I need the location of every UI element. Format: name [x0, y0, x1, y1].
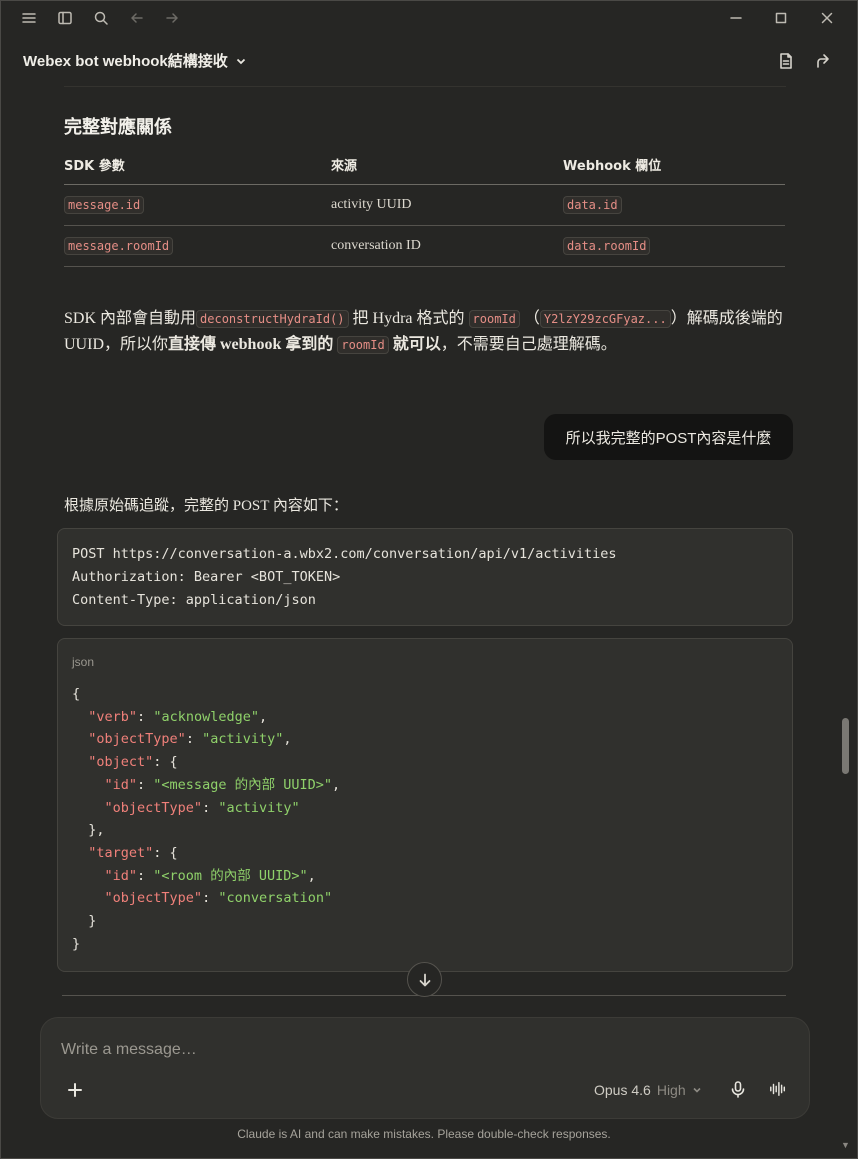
inline-code: roomId [468, 310, 520, 328]
code-line: Authorization: Bearer <BOT_TOKEN> [72, 569, 341, 585]
scrollbar-thumb[interactable] [842, 718, 849, 774]
voice-mode-button[interactable] [766, 1078, 790, 1100]
inline-code: roomId [337, 336, 389, 354]
section-heading: 完整對應關係 [64, 117, 172, 138]
back-icon[interactable] [127, 8, 147, 28]
model-name: Opus 4.6 [594, 1082, 651, 1098]
request-code-block: POST https://conversation-a.wbx2.com/con… [57, 528, 793, 626]
document-icon[interactable] [775, 50, 797, 72]
mapping-table: SDK 參數 來源 Webhook 欄位 message.id activity… [64, 144, 785, 267]
share-icon[interactable] [811, 50, 833, 72]
inline-code: data.roomId [563, 237, 651, 255]
assistant-intro: 根據原始碼追蹤，完整的 POST 內容如下： [64, 498, 348, 514]
plus-icon [68, 1083, 82, 1097]
json-code-block: json { "verb": "acknowledge", "objectTyp… [57, 638, 793, 972]
search-icon[interactable] [91, 8, 111, 28]
chevron-down-icon [236, 58, 245, 64]
microphone-button[interactable] [727, 1078, 749, 1100]
microphone-icon [731, 1081, 745, 1098]
table-header: Webhook 欄位 [563, 158, 662, 174]
maximize-icon[interactable] [771, 8, 791, 28]
table-row: message.id activity UUID data.id [64, 185, 785, 226]
chevron-down-icon [693, 1087, 701, 1093]
code-line: Content-Type: application/json [72, 592, 316, 608]
model-selector[interactable]: Opus 4.6 High [594, 1079, 702, 1101]
message-input[interactable] [61, 1038, 761, 1062]
code-line: POST https://conversation-a.wbx2.com/con… [72, 546, 617, 562]
table-header-row: SDK 參數 來源 Webhook 欄位 [64, 144, 785, 185]
conversation-title: Webex bot webhook結構接收 [23, 53, 228, 70]
table-header: 來源 [331, 158, 358, 174]
inline-code: deconstructHydraId() [196, 310, 349, 328]
menu-icon[interactable] [19, 8, 39, 28]
scroll-to-bottom-button[interactable] [407, 962, 442, 997]
forward-icon[interactable] [162, 8, 182, 28]
divider [64, 86, 786, 87]
conversation-header: Webex bot webhook結構接收 [0, 36, 858, 86]
table-row: message.roomId conversation ID data.room… [64, 226, 785, 267]
model-effort: High [656, 1082, 686, 1098]
table-cell: activity UUID [331, 197, 412, 212]
table-header: SDK 參數 [64, 158, 125, 174]
minimize-icon[interactable] [726, 8, 746, 28]
table-cell: conversation ID [331, 238, 421, 253]
message-composer: Opus 4.6 High [40, 1017, 810, 1119]
inline-code: Y2lzY29zcGFyaz... [539, 310, 671, 328]
waveform-icon [770, 1081, 786, 1097]
inline-code: message.id [64, 196, 145, 214]
title-bar [0, 0, 858, 36]
code-language-label: json [72, 655, 95, 669]
explanation-paragraph: SDK 內部會自動用 deconstructHydraId() 把 Hydra 格… [64, 310, 783, 354]
user-message: 所以我完整的POST內容是什麼 [544, 414, 793, 460]
inline-code: data.id [563, 196, 622, 214]
add-attachment-button[interactable] [64, 1079, 86, 1101]
arrow-down-icon [419, 973, 430, 986]
conversation-title-button[interactable]: Webex bot webhook結構接收 [23, 50, 248, 71]
inline-code: message.roomId [64, 237, 174, 255]
close-icon[interactable] [817, 8, 837, 28]
disclaimer: Claude is AI and can make mistakes. Plea… [237, 1127, 611, 1141]
sidebar-icon[interactable] [55, 8, 75, 28]
scrollbar-down-arrow[interactable]: ▼ [841, 1140, 850, 1150]
